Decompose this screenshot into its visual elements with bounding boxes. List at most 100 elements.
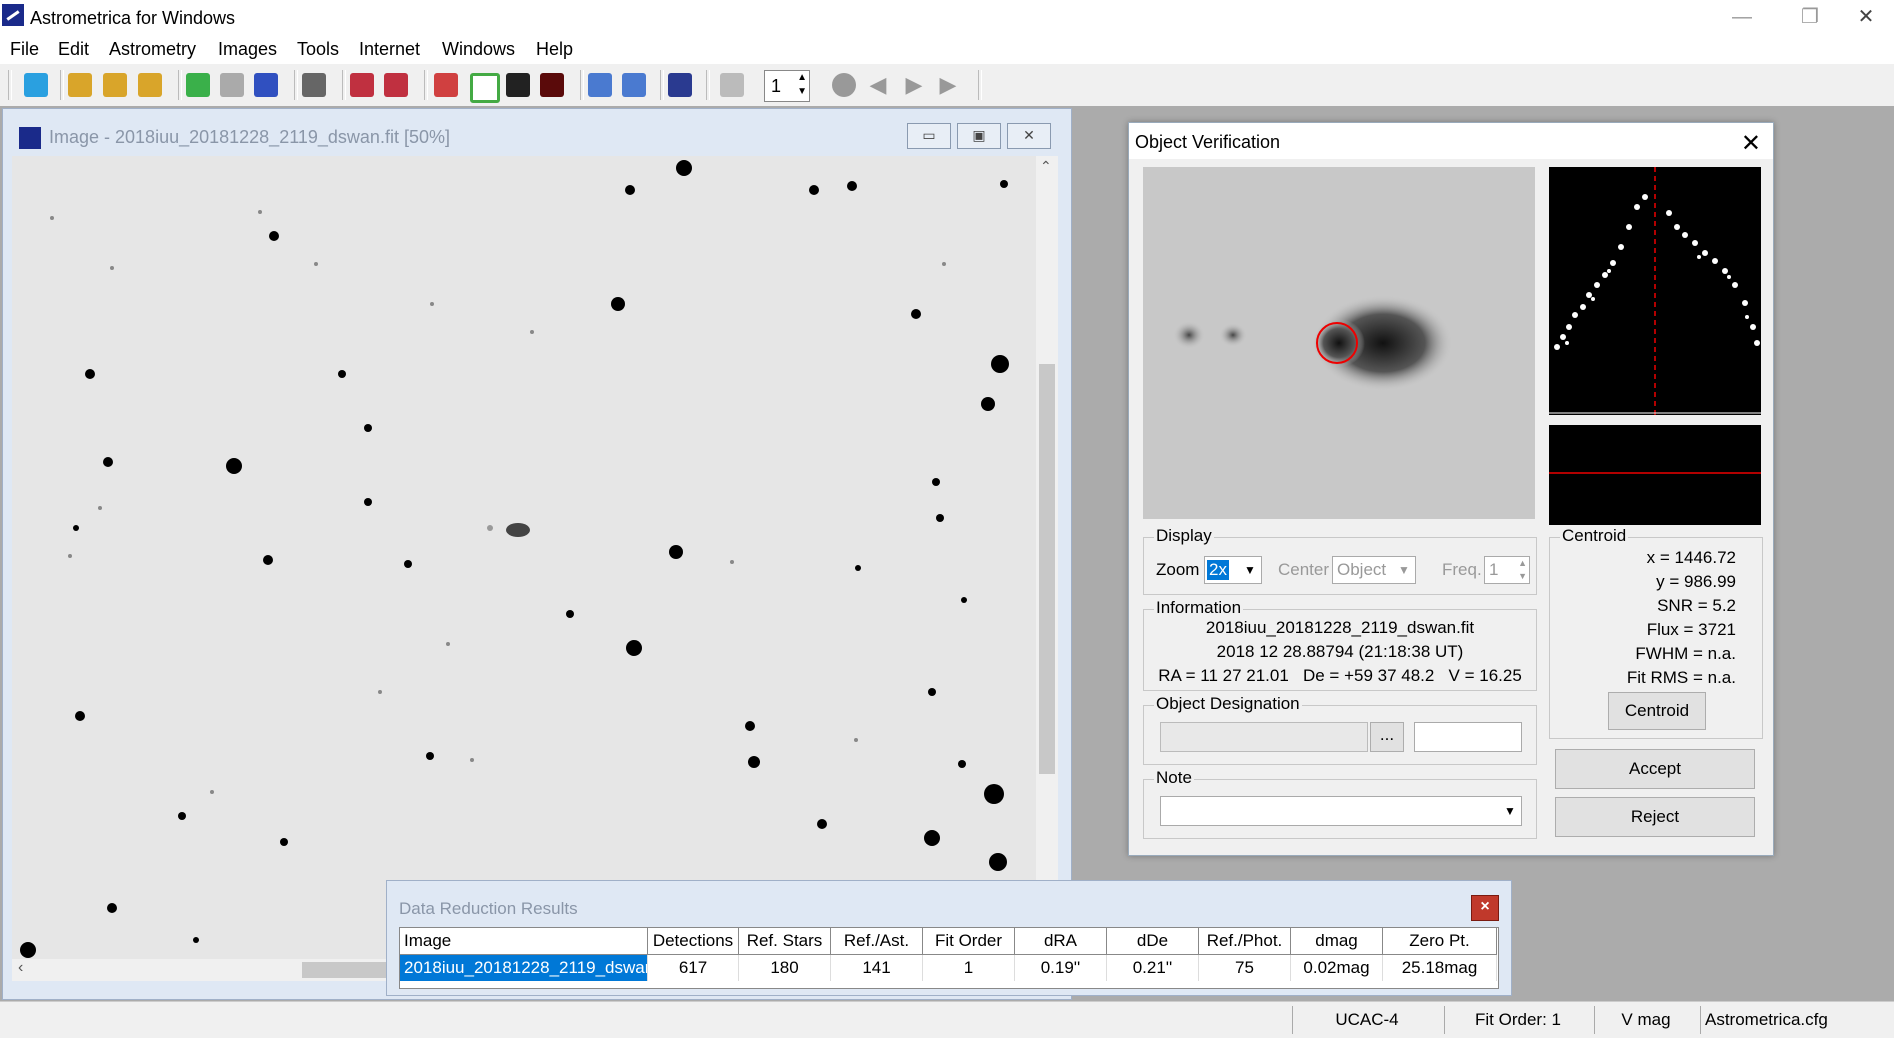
cell-ref-ast[interactable]: 141: [831, 955, 923, 981]
star-field-svg: [20, 160, 1009, 958]
col-header-dmag[interactable]: dmag: [1291, 928, 1383, 955]
spin-arrows-icon[interactable]: ▲ ▼: [1518, 557, 1527, 583]
display-legend: Display: [1154, 526, 1214, 546]
information-legend: Information: [1154, 598, 1244, 618]
process-icon[interactable]: [254, 73, 278, 97]
catalog-icon[interactable]: [668, 73, 692, 97]
faint-star: [487, 525, 493, 531]
chevron-down-icon[interactable]: ▼: [1499, 797, 1521, 825]
spin-arrows-icon[interactable]: ▲ ▼: [797, 71, 807, 99]
menu-windows[interactable]: Windows: [442, 39, 515, 60]
toolbar-separator: [660, 70, 664, 100]
vertical-scrollbar[interactable]: ⌃: [1036, 156, 1058, 959]
close-icon[interactable]: ✕: [1838, 0, 1894, 36]
col-header-ref-phot[interactable]: Ref./Phot.: [1199, 928, 1291, 955]
menu-tools[interactable]: Tools: [297, 39, 339, 60]
menu-help[interactable]: Help: [536, 39, 573, 60]
status-catalog: UCAC-4: [1292, 1006, 1441, 1034]
report-icon[interactable]: [302, 73, 326, 97]
play-icon[interactable]: ▶: [936, 73, 960, 97]
centroid-button[interactable]: Centroid: [1608, 692, 1706, 730]
close-icon[interactable]: ✕: [1007, 123, 1051, 149]
cell-dra[interactable]: 0.19'': [1015, 955, 1107, 981]
col-header-ref-stars[interactable]: Ref. Stars: [739, 928, 831, 955]
chevron-down-icon[interactable]: ▼: [1393, 557, 1415, 583]
vertical-scroll-thumb[interactable]: [1039, 364, 1055, 774]
scroll-up-icon[interactable]: ⌃: [1040, 158, 1052, 175]
open-folder-2-icon[interactable]: [103, 73, 127, 97]
cell-zero-pt[interactable]: 25.18mag: [1383, 955, 1497, 981]
menu-images[interactable]: Images: [218, 39, 277, 60]
col-header-dde[interactable]: dDe: [1107, 928, 1199, 955]
reject-button[interactable]: Reject: [1555, 797, 1755, 837]
settings-gray-icon[interactable]: [220, 73, 244, 97]
cell-fit-order[interactable]: 1: [923, 955, 1015, 981]
maximize-icon[interactable]: ▣: [957, 123, 1001, 149]
col-header-zero-pt[interactable]: Zero Pt.: [1383, 928, 1497, 955]
close-icon[interactable]: ×: [1471, 895, 1499, 921]
col-header-dra[interactable]: dRA: [1015, 928, 1107, 955]
scroll-left-icon[interactable]: ‹: [18, 959, 23, 977]
contrast-icon[interactable]: [506, 73, 530, 97]
chevron-down-icon[interactable]: ▼: [1239, 557, 1261, 583]
designation-legend: Object Designation: [1154, 694, 1302, 714]
cell-dmag[interactable]: 0.02mag: [1291, 955, 1383, 981]
menu-edit[interactable]: Edit: [58, 39, 89, 60]
comet[interactable]: [506, 523, 530, 537]
freq-spinner[interactable]: 1 ▲ ▼: [1484, 556, 1530, 584]
toolbar-grip: [978, 70, 982, 100]
frame-spinner[interactable]: 1 ▲ ▼: [764, 70, 810, 102]
open-folder-icon[interactable]: [68, 73, 92, 97]
display-group: Display Zoom 2x ▼ Center Object ▼ Freq. …: [1143, 526, 1537, 595]
browse-button[interactable]: ...: [1370, 722, 1404, 752]
col-header-ref-ast[interactable]: Ref./Ast.: [831, 928, 923, 955]
status-fit-order: Fit Order: 1: [1444, 1006, 1591, 1034]
open-folder-3-icon[interactable]: [138, 73, 162, 97]
settings-green-icon[interactable]: [186, 73, 210, 97]
zoom-select[interactable]: 2x ▼: [1204, 556, 1262, 584]
minimize-icon[interactable]: ▭: [907, 123, 951, 149]
minimize-icon[interactable]: —: [1714, 0, 1770, 36]
note-select[interactable]: ▼: [1160, 796, 1522, 826]
col-header-image[interactable]: Image: [400, 928, 648, 955]
step-back-icon[interactable]: ◀: [866, 73, 890, 97]
film-icon[interactable]: [720, 73, 744, 97]
image-window-title: Image - 2018iuu_20181228_2119_dswan.fit …: [49, 127, 450, 147]
toolbar-separator: [580, 70, 584, 100]
restore-icon[interactable]: ❐: [1782, 0, 1838, 36]
note-group: Note ▼: [1143, 768, 1537, 839]
step-forward-icon[interactable]: ▶: [902, 73, 926, 97]
record-icon[interactable]: [832, 73, 856, 97]
app-title: Astrometrica for Windows: [30, 8, 236, 28]
grid-x-icon[interactable]: [350, 73, 374, 97]
designation-code-input[interactable]: [1414, 722, 1522, 752]
star-field-image[interactable]: [12, 156, 1036, 959]
center-select[interactable]: Object ▼: [1332, 556, 1416, 584]
status-mag: V mag: [1594, 1006, 1697, 1034]
zoom-label: Zoom: [1156, 560, 1200, 579]
arrow-icon[interactable]: [24, 73, 48, 97]
designation-input[interactable]: [1160, 722, 1368, 752]
dialog-title: Object Verification: [1135, 132, 1281, 152]
cell-ref-stars[interactable]: 180: [739, 955, 831, 981]
object-thumbnail: [1143, 167, 1535, 519]
stars-icon[interactable]: [540, 73, 564, 97]
information-group: Information 2018iuu_20181228_2119_dswan.…: [1143, 598, 1537, 691]
close-icon[interactable]: ✕: [1741, 129, 1761, 158]
blink-icon[interactable]: [434, 73, 458, 97]
cell-image[interactable]: 2018iuu_20181228_2119_dswan: [400, 955, 648, 981]
circle-icon[interactable]: [470, 73, 500, 103]
zoom-in-icon[interactable]: [588, 73, 612, 97]
cell-dde[interactable]: 0.21'': [1107, 955, 1199, 981]
zoom-out-icon[interactable]: [622, 73, 646, 97]
col-header-detections[interactable]: Detections: [648, 928, 739, 955]
cell-ref-phot[interactable]: 75: [1199, 955, 1291, 981]
accept-button[interactable]: Accept: [1555, 749, 1755, 789]
grid-x-2-icon[interactable]: [384, 73, 408, 97]
menu-internet[interactable]: Internet: [359, 39, 420, 60]
menu-file[interactable]: File: [10, 39, 39, 60]
freq-value: 1: [1489, 560, 1499, 579]
cell-detections[interactable]: 617: [648, 955, 739, 981]
menu-astrometry[interactable]: Astrometry: [109, 39, 196, 60]
col-header-fit-order[interactable]: Fit Order: [923, 928, 1015, 955]
